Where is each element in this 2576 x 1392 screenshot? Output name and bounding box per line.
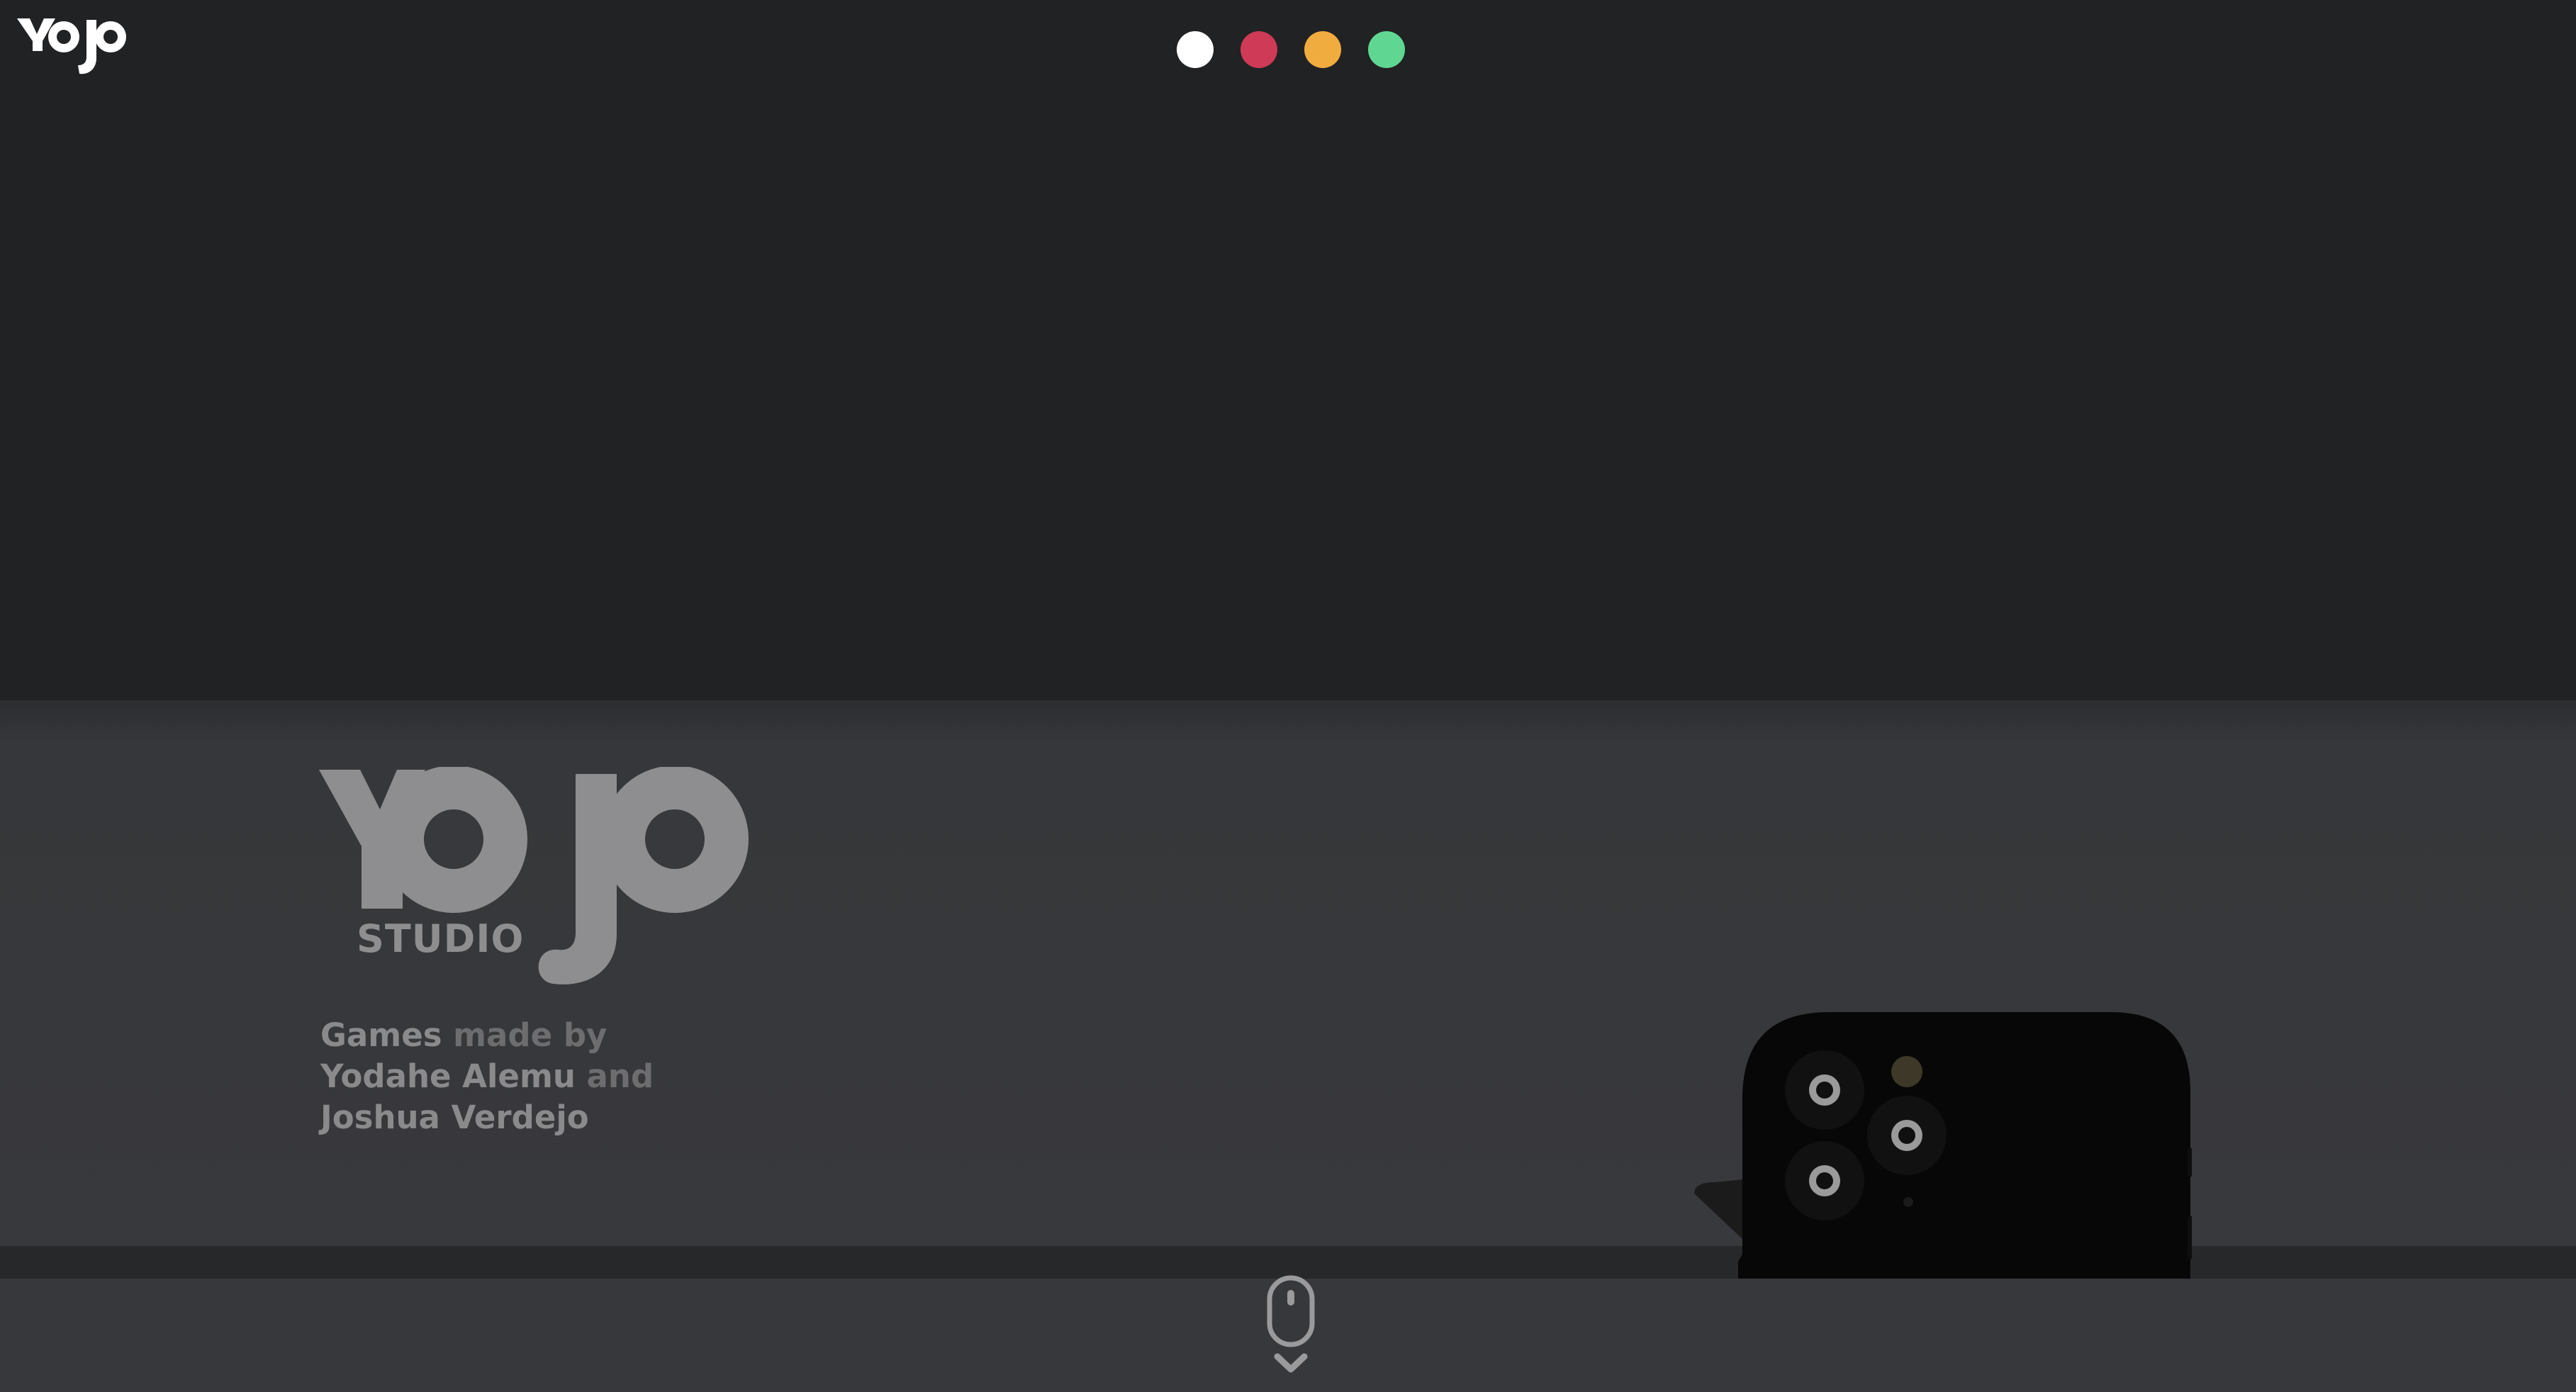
mouse-scroll-icon[interactable]: [1266, 1274, 1316, 1379]
theme-dot-green[interactable]: [1368, 31, 1405, 68]
tagline-line-1: Games made by: [320, 1015, 654, 1056]
studio-label: STUDIO: [357, 916, 525, 961]
tagline-line-2: Yodahe Alemu and: [320, 1056, 654, 1097]
theme-dot-orange[interactable]: [1304, 31, 1341, 68]
tagline-line-3: Joshua Verdejo: [320, 1097, 654, 1138]
page: STUDIO Games made by Yodahe Alemu and Jo…: [0, 0, 2576, 1392]
tagline-made-by: made by: [442, 1016, 607, 1054]
yojo-logo-icon[interactable]: [17, 13, 128, 77]
author-joshua[interactable]: Joshua Verdejo: [320, 1099, 589, 1136]
author-yodahe[interactable]: Yodahe Alemu: [320, 1057, 576, 1095]
tagline-games: Games: [320, 1016, 442, 1054]
phone-camera-icon: [1694, 1006, 2197, 1279]
theme-dot-red[interactable]: [1241, 31, 1277, 68]
theme-dot-white[interactable]: [1177, 31, 1214, 68]
theme-switcher: [1177, 31, 1405, 68]
tagline: Games made by Yodahe Alemu and Joshua Ve…: [320, 1015, 654, 1138]
tagline-and: and: [575, 1057, 654, 1095]
